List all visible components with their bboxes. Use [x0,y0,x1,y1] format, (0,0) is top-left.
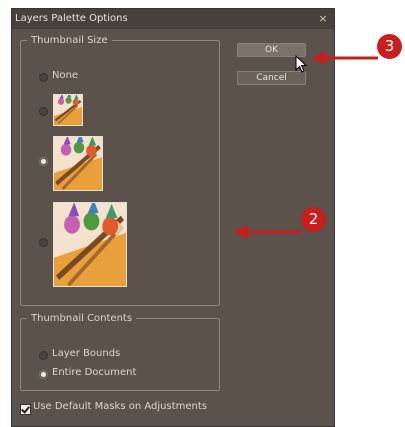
dialog-title: Layers Palette Options [15,13,128,24]
layer-bounds-label: Layer Bounds [52,348,121,359]
radio-layer-bounds[interactable] [39,351,48,360]
thumbnail-small-image [53,94,83,126]
use-default-masks-label: Use Default Masks on Adjustments [33,401,207,412]
callout-step-3: 3 [377,34,402,59]
thumbnail-medium-image [53,136,103,191]
thumbnail-contents-legend: Thumbnail Contents [31,313,133,324]
radio-entire-document[interactable] [39,370,48,379]
dialog-title-bar[interactable]: Layers Palette Options × [12,9,334,29]
thumbnail-none-label: None [52,70,79,81]
mouse-pointer-icon [295,55,307,73]
radio-thumbnail-none[interactable] [39,73,48,82]
close-icon[interactable]: × [317,9,329,29]
use-default-masks-checkbox[interactable] [20,404,31,415]
entire-document-label: Entire Document [52,367,137,378]
radio-thumbnail-medium[interactable] [39,157,48,166]
callout-step-2: 2 [301,207,326,232]
radio-thumbnail-small[interactable] [39,107,48,116]
thumbnail-large-image [53,202,127,287]
radio-thumbnail-large[interactable] [39,238,48,247]
thumbnail-size-legend: Thumbnail Size [31,35,108,46]
cancel-button[interactable]: Cancel [237,71,306,85]
